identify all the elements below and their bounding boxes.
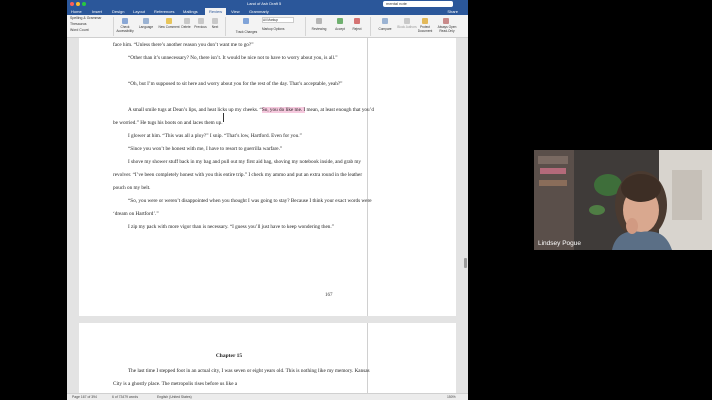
- zoom-level[interactable]: 150%: [447, 394, 456, 400]
- paragraph-text: “Other than it’s unnecessary? No, there …: [128, 55, 338, 61]
- document-title: Land of Ash Draft 5: [247, 1, 282, 6]
- document-page[interactable]: face him. “Unless there’s another reason…: [79, 38, 456, 316]
- highlighted-text[interactable]: So, you do like me. I: [261, 107, 306, 113]
- tab-layout[interactable]: Layout: [133, 8, 145, 15]
- scrollbar-thumb[interactable]: [464, 258, 467, 268]
- block-authors-icon: [404, 18, 410, 24]
- paragraph-text: “Since you won’t be honest with me, I ha…: [128, 146, 283, 152]
- ribbon-separator: [305, 17, 306, 36]
- block-authors-button[interactable]: Block Authors: [397, 25, 417, 29]
- paragraph[interactable]: The last time I stepped foot in an actua…: [113, 365, 375, 391]
- word-count-button[interactable]: Word Count: [70, 28, 89, 33]
- video-tile[interactable]: Lindsey Pogue: [534, 150, 712, 250]
- paragraph[interactable]: I shove my shower stuff back in my bag a…: [113, 156, 375, 195]
- reviewing-pane-button[interactable]: Reviewing: [308, 27, 330, 31]
- share-button[interactable]: Share: [447, 8, 458, 15]
- reviewing-pane-icon: [316, 18, 322, 24]
- tab-design[interactable]: Design: [112, 8, 124, 15]
- paragraph[interactable]: A small smile tugs at Dean’s lips, and h…: [113, 104, 375, 130]
- search-value: mental note: [386, 1, 407, 6]
- track-changes-icon: [243, 18, 249, 24]
- vertical-scrollbar[interactable]: [463, 38, 468, 393]
- paragraph-text: I shove my shower stuff back in my bag a…: [113, 159, 363, 191]
- tab-review[interactable]: Review: [205, 8, 227, 15]
- protect-document-button[interactable]: Protect Document: [415, 25, 435, 33]
- reject-button[interactable]: Reject: [348, 27, 366, 31]
- markup-display-select[interactable]: All Markup: [262, 17, 294, 23]
- check-accessibility-button[interactable]: Check Accessibility: [114, 25, 136, 33]
- close-window-icon[interactable]: [70, 2, 74, 6]
- track-changes-button[interactable]: Track Changes: [234, 30, 259, 34]
- tab-mailings[interactable]: Mailings: [183, 8, 198, 15]
- review-ribbon: Spelling & Grammar Thesaurus Word Count …: [67, 15, 468, 38]
- reject-icon: [354, 18, 360, 24]
- paragraph[interactable]: “Other than it’s unnecessary? No, there …: [113, 52, 375, 65]
- accept-button[interactable]: Accept: [331, 27, 349, 31]
- word-count-status[interactable]: 6 of 73479 words: [112, 394, 138, 400]
- new-comment-icon: [166, 18, 172, 24]
- tab-references[interactable]: References: [154, 8, 174, 15]
- paragraph-text: I glower at him. “This was all a ploy?” …: [128, 133, 302, 139]
- tab-insert[interactable]: Insert: [92, 8, 102, 15]
- tab-grammarly[interactable]: Grammarly: [249, 8, 269, 15]
- language-status[interactable]: English (United States): [157, 394, 192, 400]
- tab-view[interactable]: View: [231, 8, 240, 15]
- language-button[interactable]: Language: [136, 25, 156, 29]
- paragraph[interactable]: face him. “Unless there’s another reason…: [113, 39, 375, 52]
- thesaurus-button[interactable]: Thesaurus: [70, 22, 87, 27]
- always-open-read-only-button[interactable]: Always Open Read-Only: [435, 25, 459, 33]
- paragraph[interactable]: I zip my pack with more vigor than is ne…: [113, 221, 375, 234]
- paragraph-text: The last time I stepped foot in an actua…: [113, 368, 370, 387]
- participant-video-feed: [534, 150, 712, 250]
- zoom-window-icon[interactable]: [82, 2, 86, 6]
- paragraph-text: A small smile tugs at Dean’s lips, and h…: [128, 107, 262, 113]
- screen: Land of Ash Draft 5 mental note Home Ins…: [0, 0, 712, 400]
- participant-name: Lindsey Pogue: [538, 240, 582, 247]
- ribbon-tabs: Home Insert Design Layout References Mai…: [67, 8, 468, 15]
- markup-options-button[interactable]: Markup Options: [262, 27, 300, 31]
- paragraph-text: face him. “Unless there’s another reason…: [113, 42, 254, 48]
- previous-comment-icon: [198, 18, 204, 24]
- paragraph[interactable]: “Oh, but I’m supposed to sit here and wo…: [113, 78, 375, 91]
- page-count-status[interactable]: Page 167 of 394: [72, 394, 97, 400]
- compare-icon: [382, 18, 388, 24]
- delete-comment-icon: [184, 18, 190, 24]
- paragraph[interactable]: “So, you were or weren’t disappointed wh…: [113, 195, 375, 221]
- compare-button[interactable]: Compare: [375, 27, 395, 31]
- paragraph-text: I zip my pack with more vigor than is ne…: [128, 224, 334, 230]
- document-page[interactable]: Chapter 15 The last time I stepped foot …: [79, 323, 456, 393]
- status-bar: Page 167 of 394 6 of 73479 words English…: [67, 393, 468, 400]
- text-cursor: [223, 113, 224, 122]
- paragraph[interactable]: “Since you won’t be honest with me, I ha…: [113, 143, 375, 156]
- accessibility-icon: [122, 18, 128, 24]
- next-comment-icon: [212, 18, 218, 24]
- accept-icon: [337, 18, 343, 24]
- next-comment-button[interactable]: Next: [207, 25, 223, 29]
- read-only-icon: [443, 18, 449, 24]
- chapter-heading[interactable]: Chapter 15: [79, 353, 379, 359]
- paragraph-text: “So, you were or weren’t disappointed wh…: [113, 198, 372, 217]
- document-canvas[interactable]: face him. “Unless there’s another reason…: [67, 38, 468, 393]
- language-icon: [143, 18, 149, 24]
- protect-document-icon: [422, 18, 428, 24]
- word-window: Land of Ash Draft 5 mental note Home Ins…: [67, 0, 468, 400]
- spelling-grammar-button[interactable]: Spelling & Grammar: [70, 16, 102, 21]
- title-bar: Land of Ash Draft 5 mental note: [67, 0, 468, 8]
- ribbon-separator: [370, 17, 371, 36]
- search-input[interactable]: mental note: [383, 1, 453, 7]
- paragraph[interactable]: I glower at him. “This was all a ploy?” …: [113, 130, 375, 143]
- page-number: 167: [325, 293, 333, 298]
- paragraph-text: “Oh, but I’m supposed to sit here and wo…: [128, 81, 343, 87]
- minimize-window-icon[interactable]: [76, 2, 80, 6]
- ribbon-separator: [225, 17, 226, 36]
- tab-home[interactable]: Home: [71, 8, 82, 15]
